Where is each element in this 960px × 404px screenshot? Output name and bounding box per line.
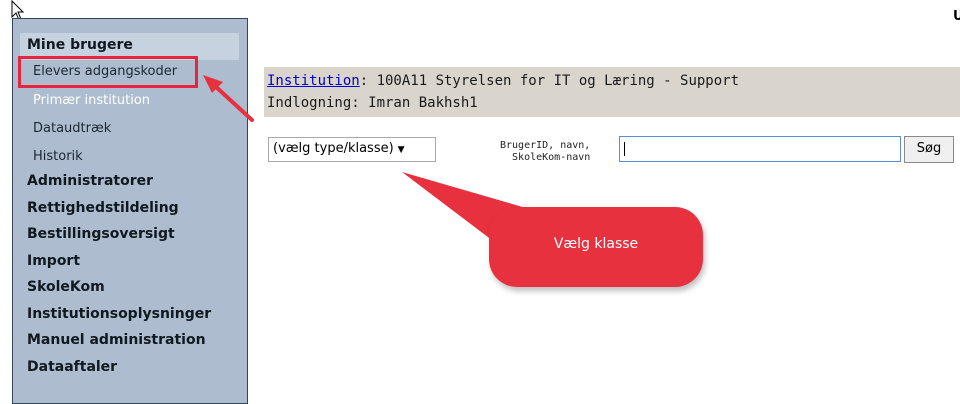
red-arrow-icon [203,75,254,122]
callout-bubble: Vælg klasse [489,207,703,287]
annotation-overlay [203,75,540,250]
callout-text: Vælg klasse [553,236,639,252]
